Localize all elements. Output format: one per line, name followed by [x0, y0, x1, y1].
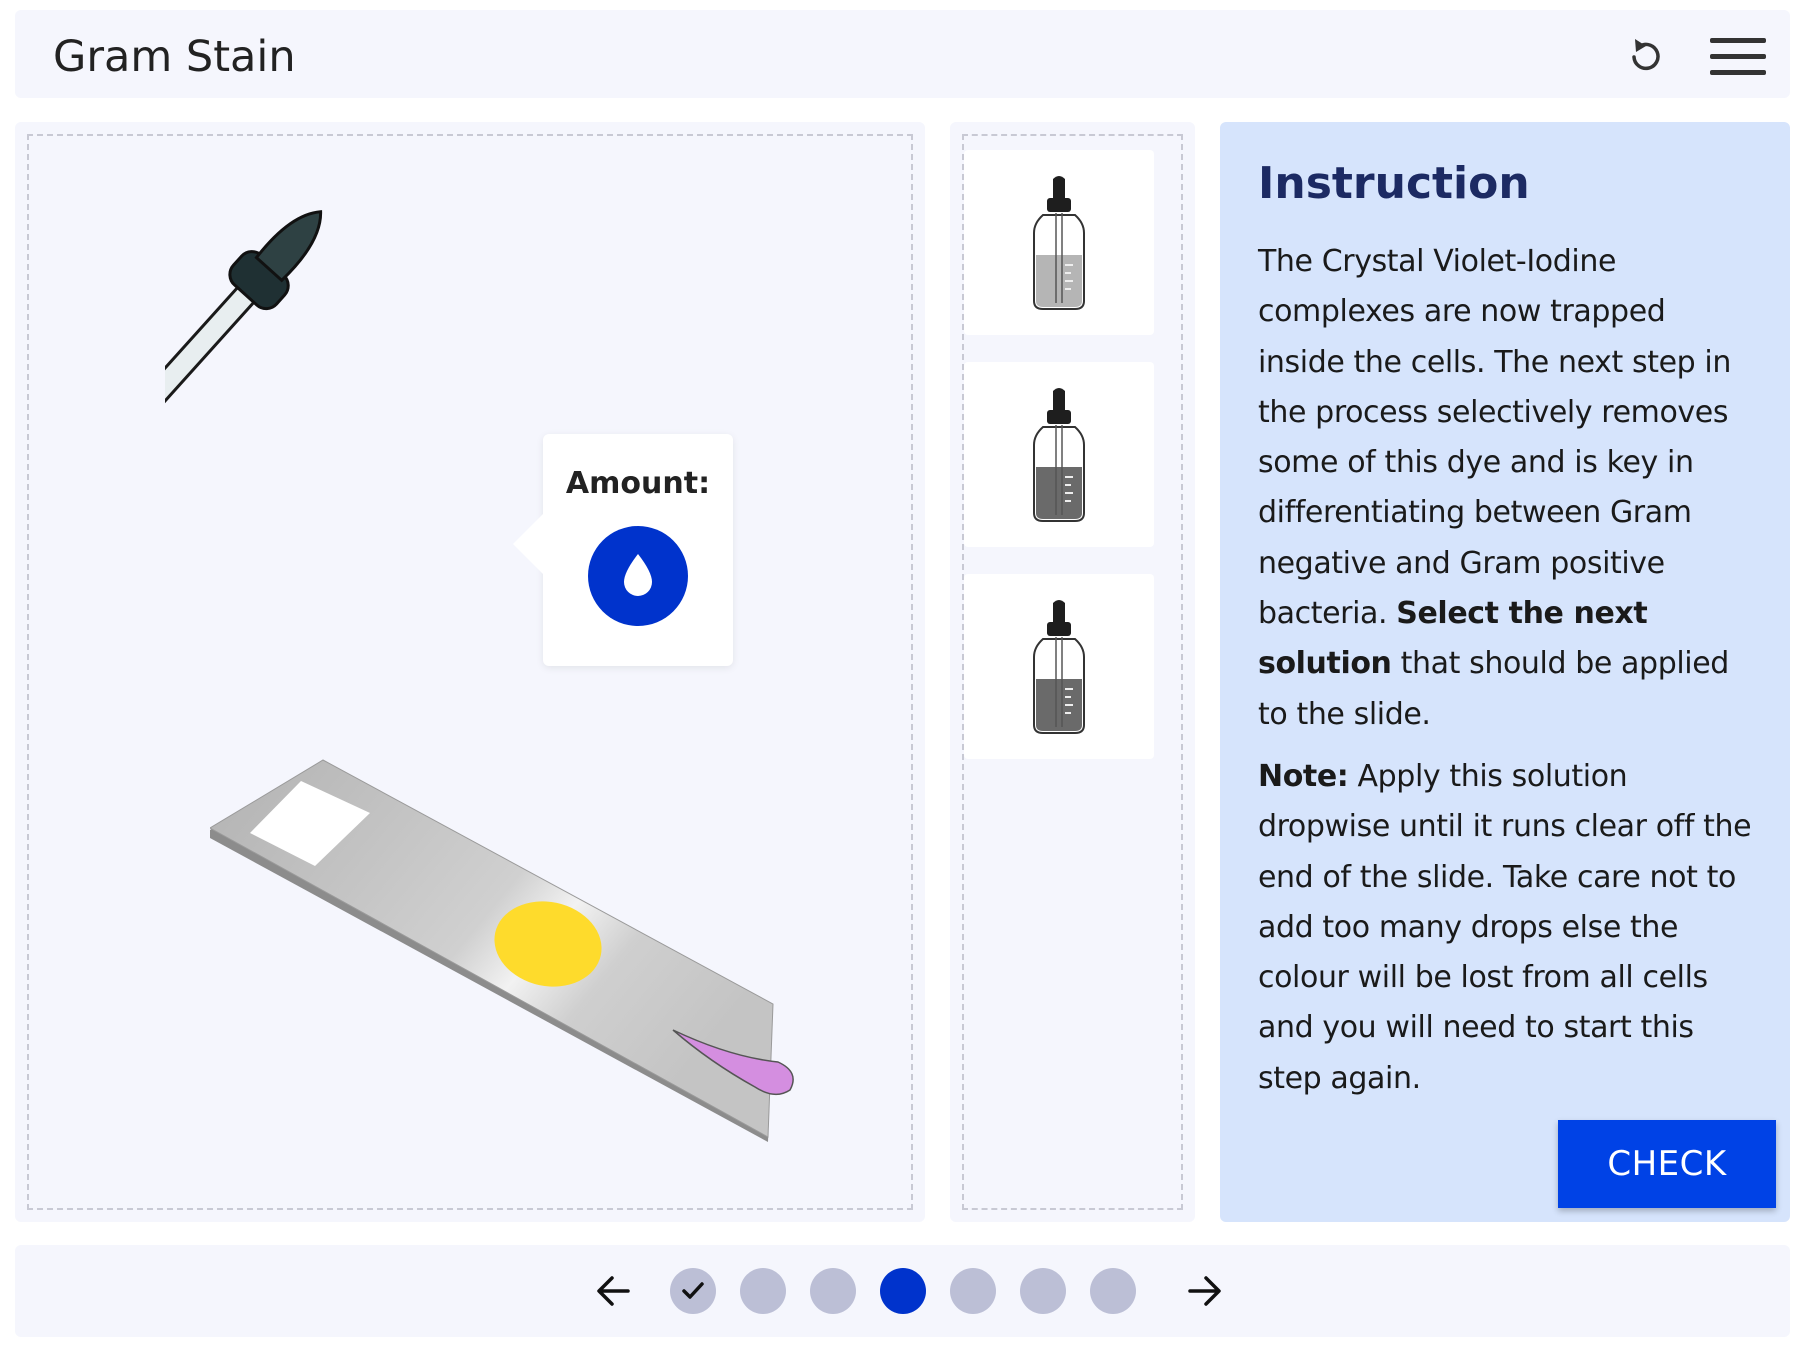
arrow-left-icon [597, 1276, 630, 1306]
menu-button[interactable] [1710, 38, 1766, 78]
instruction-text: The Crystal Violet-Iodine complexes are … [1258, 244, 1731, 632]
dropper-bottle-icon [1033, 175, 1085, 310]
app-title: Gram Stain [53, 32, 296, 82]
step-dot-3[interactable] [810, 1268, 856, 1314]
prev-step-button[interactable] [590, 1267, 638, 1315]
checkmark-icon [682, 1282, 704, 1299]
step-dot-1[interactable] [670, 1268, 716, 1314]
instruction-paragraph: The Crystal Violet-Iodine complexes are … [1258, 237, 1758, 740]
note-text: Apply this solution dropwise until it ru… [1258, 758, 1752, 1096]
water-drop-icon [588, 526, 688, 626]
step-dot-4-current[interactable] [880, 1268, 926, 1314]
instruction-title: Instruction [1258, 158, 1530, 209]
step-dot-5[interactable] [950, 1268, 996, 1314]
dropper-bottle-icon [1033, 387, 1085, 522]
reset-icon [1632, 39, 1660, 71]
step-dot-2[interactable] [740, 1268, 786, 1314]
reagent-tray [950, 122, 1195, 1222]
hamburger-menu-icon [1710, 38, 1766, 43]
reagent-bottle-1[interactable] [964, 150, 1154, 335]
next-step-button[interactable] [1180, 1267, 1228, 1315]
progress-footer [15, 1245, 1790, 1337]
arrow-right-icon [1188, 1276, 1221, 1306]
dropper-pipette[interactable] [165, 172, 485, 492]
microscope-slide[interactable] [210, 632, 810, 1152]
instruction-note: Note: Apply this solution dropwise until… [1258, 752, 1758, 1104]
step-dot-6[interactable] [1020, 1268, 1066, 1314]
amount-label: Amount: [565, 466, 711, 501]
instruction-panel: Instruction The Crystal Violet-Iodine co… [1220, 122, 1790, 1222]
dropper-bottle-icon [1033, 599, 1085, 734]
check-button[interactable]: CHECK [1558, 1120, 1776, 1208]
reset-button[interactable] [1620, 30, 1670, 80]
workspace-panel: Amount: [15, 122, 925, 1222]
step-dot-7[interactable] [1090, 1268, 1136, 1314]
reagent-bottle-2[interactable] [964, 362, 1154, 547]
note-label: Note: [1258, 758, 1349, 794]
instruction-body: The Crystal Violet-Iodine complexes are … [1258, 237, 1758, 1116]
header-bar: Gram Stain [15, 10, 1790, 98]
reagent-bottle-3[interactable] [964, 574, 1154, 759]
add-drop-button[interactable] [588, 526, 688, 626]
